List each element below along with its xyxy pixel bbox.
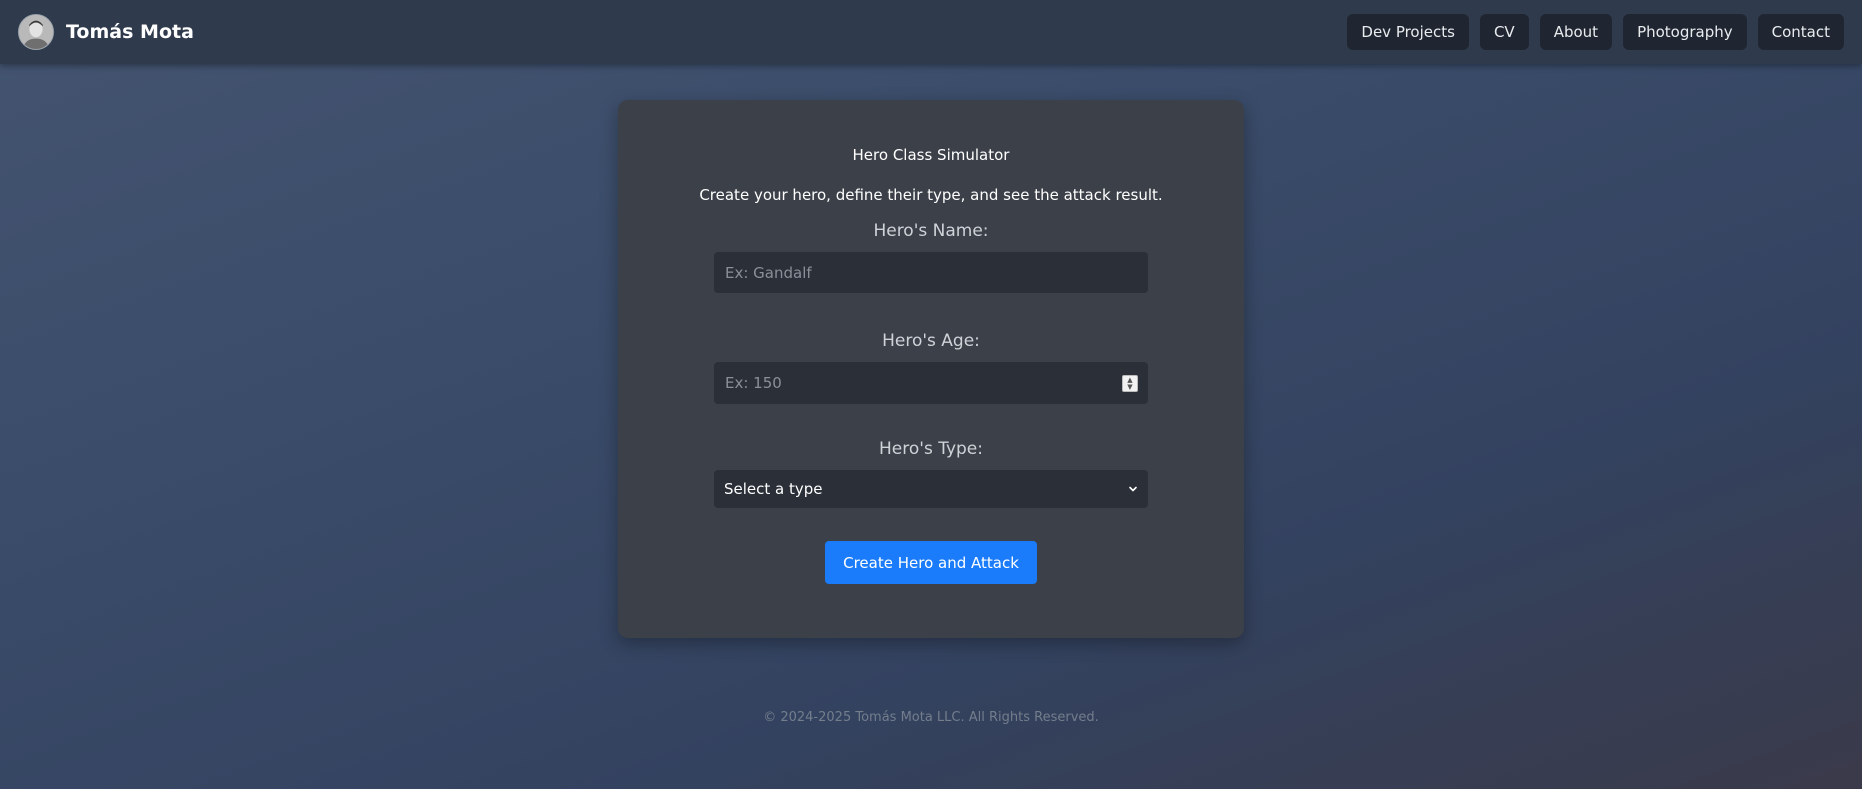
chevron-down-icon xyxy=(1129,486,1137,492)
hero-age-input[interactable] xyxy=(714,362,1148,404)
brand-name[interactable]: Tomás Mota xyxy=(66,21,194,43)
profile-photo-icon xyxy=(19,15,53,49)
hero-type-select[interactable]: Select a type xyxy=(714,470,1148,508)
hero-type-selected: Select a type xyxy=(724,480,823,498)
create-hero-button[interactable]: Create Hero and Attack xyxy=(825,541,1037,584)
nav-photography[interactable]: Photography xyxy=(1623,14,1747,50)
hero-name-label: Hero's Name: xyxy=(873,221,989,241)
nav-dev-projects[interactable]: Dev Projects xyxy=(1347,14,1469,50)
card-subtitle: Create your hero, define their type, and… xyxy=(699,186,1163,204)
hero-type-label: Hero's Type: xyxy=(879,439,983,459)
main-nav: Dev Projects CV About Photography Contac… xyxy=(1347,14,1844,50)
nav-cv[interactable]: CV xyxy=(1479,14,1529,50)
footer-copyright: © 2024-2025 Tomás Mota LLC. All Rights R… xyxy=(763,710,1099,725)
age-spinner-icon[interactable]: ▲ ▼ xyxy=(1122,375,1138,392)
navbar: Tomás Mota Dev Projects CV About Photogr… xyxy=(0,0,1862,64)
card-title: Hero Class Simulator xyxy=(852,146,1010,164)
nav-contact[interactable]: Contact xyxy=(1757,14,1844,50)
hero-age-label: Hero's Age: xyxy=(882,331,980,351)
hero-age-field: ▲▼ xyxy=(714,362,1148,404)
brand[interactable]: Tomás Mota xyxy=(18,14,194,50)
nav-about[interactable]: About xyxy=(1539,14,1613,50)
avatar[interactable] xyxy=(18,14,54,50)
hero-name-input[interactable] xyxy=(714,252,1148,293)
hero-simulator-card: Hero Class Simulator Create your hero, d… xyxy=(618,100,1244,638)
